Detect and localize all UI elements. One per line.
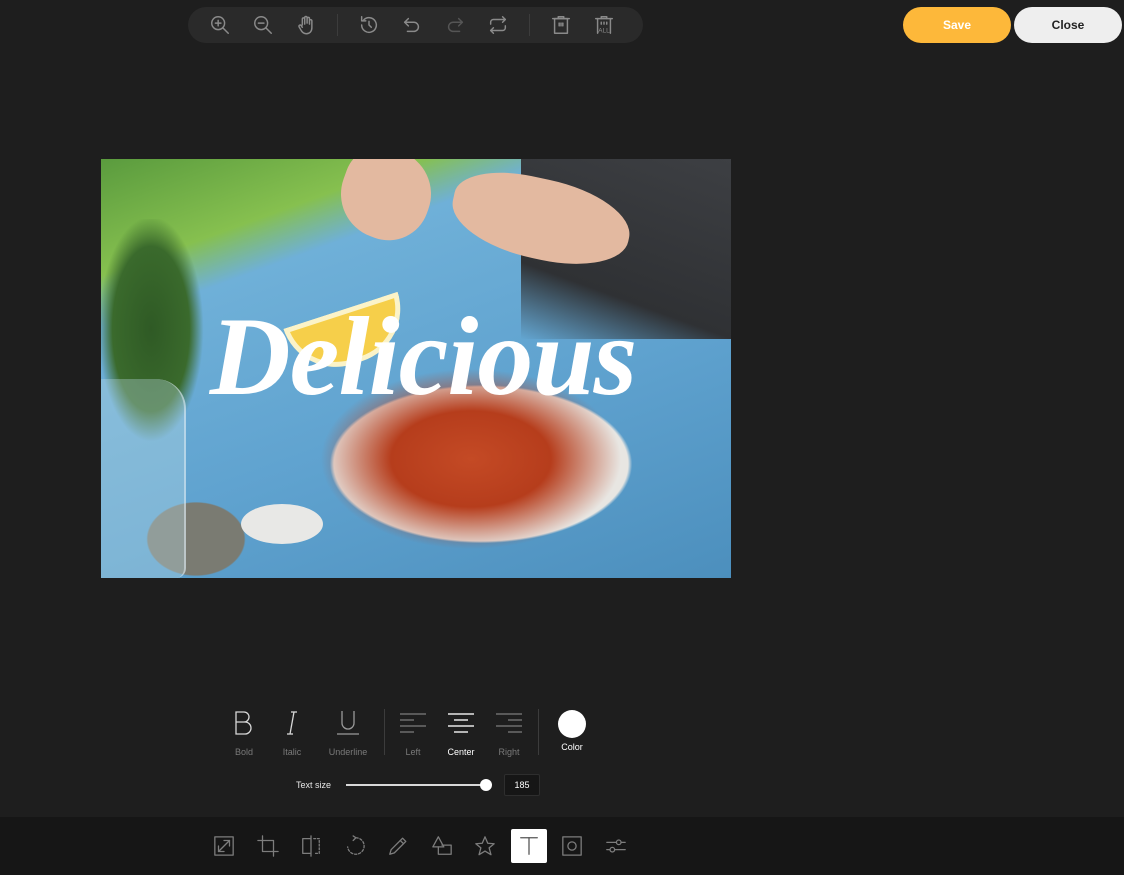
- tool-rotate[interactable]: [337, 829, 373, 863]
- text-size-label: Text size: [296, 780, 332, 790]
- redo-icon: [447, 17, 464, 33]
- canvas-image[interactable]: Delicious: [101, 159, 731, 578]
- zoom-out-button[interactable]: [251, 13, 275, 37]
- history-toolbar: ALL: [188, 7, 643, 43]
- image-vase: [101, 379, 186, 578]
- star-icon: [475, 836, 495, 856]
- history-button[interactable]: [357, 13, 381, 37]
- text-properties-panel: Bold Italic Underline Left Center Right …: [220, 705, 600, 765]
- reset-icon: [489, 16, 507, 34]
- bold-icon: [233, 705, 255, 741]
- zoom-in-icon: [211, 16, 229, 34]
- bold-label: Bold: [234, 747, 253, 757]
- tool-crop[interactable]: [250, 829, 286, 863]
- undo-button[interactable]: [400, 13, 424, 37]
- delete-all-button[interactable]: ALL: [592, 13, 616, 37]
- toolbar-divider: [529, 14, 530, 36]
- zoom-out-icon: [254, 16, 272, 34]
- panel-divider: [384, 709, 385, 755]
- toolbar-divider: [337, 14, 338, 36]
- bold-button[interactable]: Bold: [220, 705, 268, 757]
- image-hand-left: [328, 159, 444, 252]
- save-button[interactable]: Save: [903, 7, 1011, 43]
- tool-text[interactable]: [510, 829, 547, 863]
- italic-button[interactable]: Italic: [268, 705, 316, 757]
- resize-icon: [214, 836, 234, 856]
- text-icon: [519, 837, 538, 855]
- slider-track: [346, 784, 490, 786]
- pan-button[interactable]: [294, 13, 318, 37]
- flip-icon: [302, 835, 320, 857]
- tool-icon[interactable]: [467, 829, 503, 863]
- text-size-control: Text size 185: [296, 774, 540, 796]
- underline-label: Underline: [328, 747, 368, 757]
- align-left-button[interactable]: Left: [389, 705, 437, 757]
- align-left-icon: [399, 705, 427, 741]
- align-right-icon: [495, 705, 523, 741]
- history-icon: [360, 16, 378, 34]
- trash-all-icon: ALL: [595, 16, 613, 34]
- align-center-button[interactable]: Center: [437, 705, 485, 757]
- tool-flip[interactable]: [293, 829, 329, 863]
- sliders-icon: [605, 839, 626, 853]
- shape-icon: [431, 836, 452, 855]
- close-button[interactable]: Close: [1014, 7, 1122, 43]
- svg-text:ALL: ALL: [598, 27, 610, 34]
- align-right-button[interactable]: Right: [485, 705, 533, 757]
- italic-label: Italic: [282, 747, 302, 757]
- slider-thumb[interactable]: [479, 779, 492, 791]
- tool-draw[interactable]: [380, 829, 416, 863]
- rotate-icon: [346, 835, 365, 855]
- delete-button[interactable]: [549, 13, 573, 37]
- align-center-label: Center: [447, 747, 475, 757]
- color-label: Color: [561, 742, 583, 752]
- redo-button[interactable]: [443, 13, 467, 37]
- text-size-value[interactable]: 185: [504, 774, 540, 796]
- overlay-text[interactable]: Delicious: [193, 301, 653, 413]
- image-salt-bowl: [241, 504, 323, 544]
- crop-icon: [256, 835, 279, 857]
- pencil-icon: [389, 837, 407, 855]
- color-button[interactable]: Color: [544, 705, 600, 752]
- panel-divider: [538, 709, 539, 755]
- color-swatch: [558, 710, 586, 738]
- hand-icon: [298, 15, 313, 35]
- tools-bar: [0, 817, 1124, 875]
- mask-icon: [562, 836, 582, 856]
- italic-icon: [285, 705, 299, 741]
- tool-mask[interactable]: [554, 829, 590, 863]
- tool-resize[interactable]: [206, 829, 242, 863]
- reset-button[interactable]: [486, 13, 510, 37]
- undo-icon: [403, 17, 420, 33]
- underline-icon: [335, 705, 361, 741]
- align-center-icon: [447, 705, 475, 741]
- zoom-in-button[interactable]: [208, 13, 232, 37]
- align-right-label: Right: [498, 747, 520, 757]
- trash-icon: [552, 16, 570, 34]
- tool-shape[interactable]: [424, 829, 460, 863]
- underline-button[interactable]: Underline: [316, 705, 380, 757]
- align-left-label: Left: [405, 747, 421, 757]
- text-size-slider[interactable]: [346, 774, 496, 796]
- tool-filter[interactable]: [598, 829, 634, 863]
